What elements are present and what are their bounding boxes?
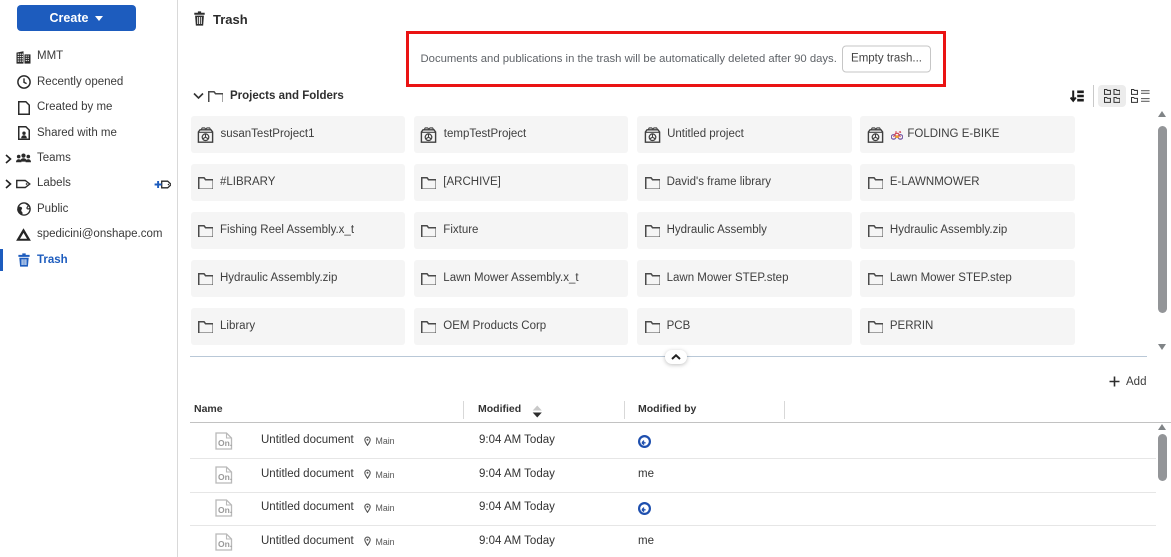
svg-text:On.: On. — [218, 472, 232, 482]
svg-text:On.: On. — [218, 505, 232, 515]
svg-text:On.: On. — [218, 438, 232, 448]
svg-text:On.: On. — [218, 539, 232, 549]
